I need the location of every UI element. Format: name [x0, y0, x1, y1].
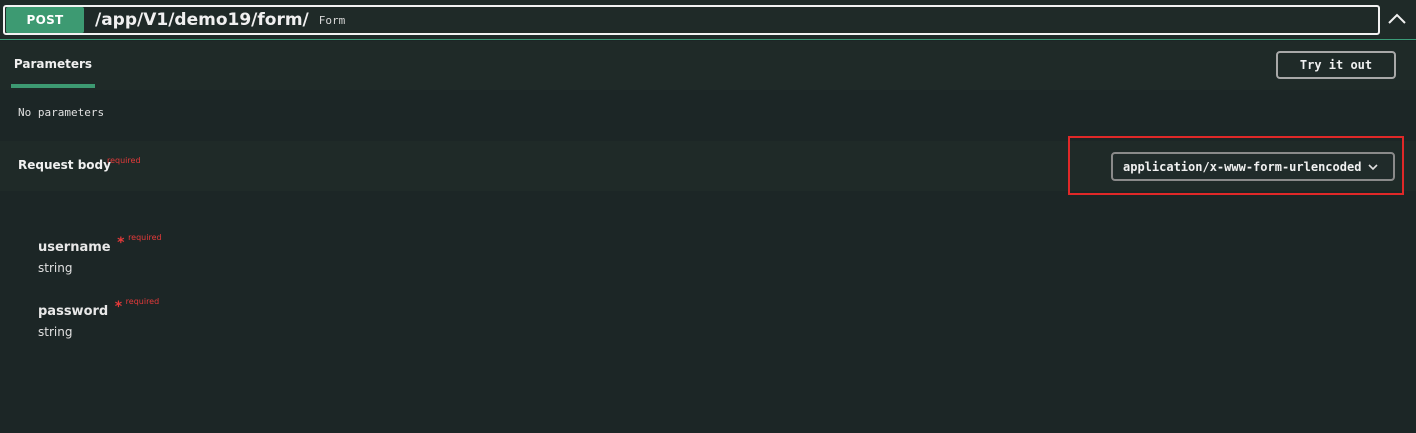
request-body-required-label: required: [107, 156, 141, 165]
content-type-value: application/x-www-form-urlencoded: [1123, 159, 1362, 174]
field-required-label: required: [125, 297, 160, 306]
field-type: string: [38, 325, 73, 339]
field-username: username * required string: [38, 233, 162, 275]
chevron-up-icon[interactable]: [1386, 10, 1408, 28]
asterisk-icon: *: [116, 235, 126, 251]
request-body-title: Request body: [18, 158, 111, 172]
try-it-out-button[interactable]: Try it out: [1276, 51, 1396, 79]
method-badge: POST: [6, 7, 84, 33]
field-name: password: [38, 304, 109, 319]
asterisk-icon: *: [114, 299, 123, 315]
no-parameters-text: No parameters: [18, 106, 105, 119]
operation-summary-header[interactable]: POST /app/V1/demo19/form/ Form: [3, 5, 1380, 35]
field-required-label: required: [128, 233, 162, 242]
content-type-select[interactable]: application/x-www-form-urlencoded: [1111, 152, 1395, 181]
field-password: password * required string: [38, 297, 160, 339]
chevron-down-icon: [1368, 164, 1378, 171]
operation-description: Form: [318, 13, 346, 27]
operation-path: /app/V1/demo19/form/: [95, 10, 309, 30]
field-name: username: [38, 240, 111, 255]
tab-parameters-label: Parameters: [13, 57, 93, 71]
tab-parameters[interactable]: Parameters: [11, 41, 95, 88]
parameters-header: Parameters Try it out: [0, 41, 1416, 90]
field-type: string: [38, 261, 73, 275]
operation-summary[interactable]: POST /app/V1/demo19/form/ Form: [0, 0, 1416, 40]
